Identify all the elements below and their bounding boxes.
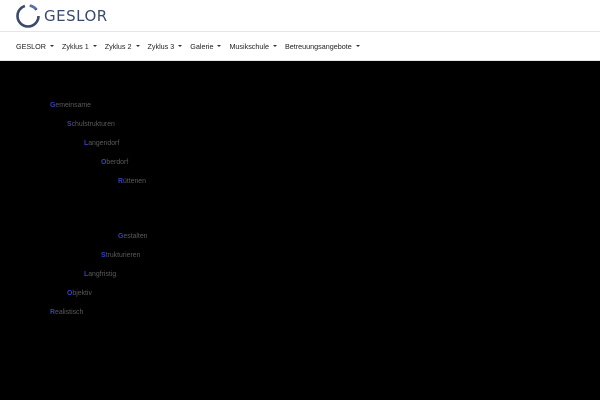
- nav-item-label: Zyklus 2: [104, 41, 132, 51]
- nav-item-zyklus-2[interactable]: Zyklus 2: [105, 42, 140, 51]
- site-logo[interactable]: GESLOR: [15, 2, 108, 30]
- caret-down-icon: [217, 45, 222, 47]
- acronym-word-rest: angfristig: [88, 271, 117, 278]
- acronym-word-rest: trukturieren: [105, 252, 141, 259]
- acronym-word-rest: chulstrukturen: [71, 121, 115, 128]
- site-header: GESLOR: [0, 0, 600, 32]
- nav-item-galerie[interactable]: Galerie: [190, 41, 222, 51]
- caret-down-icon: [135, 45, 140, 47]
- nav-item-musikschule[interactable]: Musikschule: [229, 42, 277, 51]
- acronym-word-rest: ealistisch: [54, 309, 84, 316]
- nav-item-label: Zyklus 1: [61, 41, 89, 51]
- acronym-word-rest: angendorf: [88, 140, 120, 147]
- caret-down-icon: [272, 45, 277, 47]
- brand-name: GESLOR: [44, 7, 108, 25]
- nav-item-label: Galerie: [190, 41, 214, 51]
- acronym-line: Langendorf: [84, 140, 119, 147]
- main-nav: GESLOR Zyklus 1 Zyklus 2 Zyklus 3 Galeri…: [0, 32, 600, 61]
- acronym-line: Realistisch: [50, 309, 83, 316]
- acronym-line: Schulstrukturen: [67, 121, 115, 128]
- acronym-line: Gestalten: [118, 233, 148, 240]
- nav-item-geslor[interactable]: GESLOR: [16, 42, 54, 51]
- acronym-line: Rüttenen: [118, 178, 146, 185]
- nav-item-zyklus-3[interactable]: Zyklus 3: [148, 42, 183, 51]
- nav-item-betreuungsangebote[interactable]: Betreuungsangebote: [285, 42, 360, 51]
- caret-down-icon: [92, 45, 97, 47]
- nav-item-zyklus-1[interactable]: Zyklus 1: [62, 42, 97, 51]
- acronym-line: Oberdorf: [101, 159, 128, 166]
- caret-down-icon: [178, 45, 183, 47]
- caret-down-icon: [49, 45, 54, 47]
- caret-down-icon: [355, 45, 360, 47]
- hero-section: Gemeinsame Schulstrukturen Langendorf Ob…: [0, 62, 600, 400]
- ring-logo-icon: [16, 4, 40, 28]
- acronym-word-rest: bjektiv: [72, 290, 92, 297]
- nav-item-label: Betreuungsangebote: [284, 41, 352, 51]
- acronym-line: Langfristig: [84, 271, 116, 278]
- nav-item-label: Zyklus 3: [147, 41, 175, 51]
- acronym-line: Strukturieren: [101, 252, 140, 259]
- nav-item-label: Musikschule: [229, 41, 269, 51]
- nav-item-label: GESLOR: [16, 41, 46, 51]
- acronym-word-rest: berdorf: [106, 159, 129, 166]
- acronym-line: Objektiv: [67, 290, 92, 297]
- acronym-word-rest: emeinsame: [55, 102, 91, 109]
- acronym-word-rest: estalten: [123, 233, 148, 240]
- acronym-line: Gemeinsame: [50, 102, 91, 109]
- acronym-word-rest: üttenen: [122, 178, 146, 185]
